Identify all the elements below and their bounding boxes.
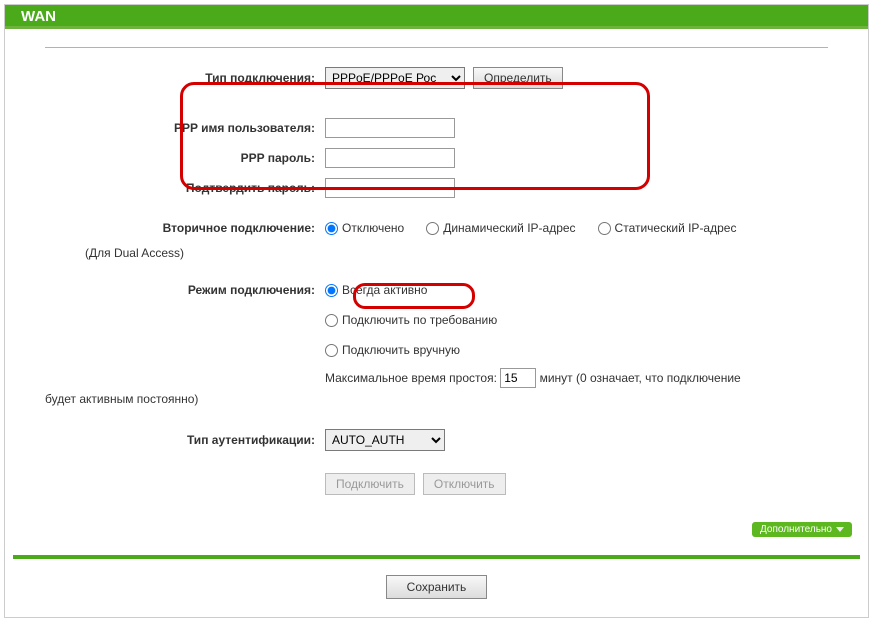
idle-prefix: Максимальное время простоя: [325,371,497,385]
select-auth-type[interactable]: AUTO_AUTH [325,429,445,451]
radio-text-secondary-disabled: Отключено [342,221,404,235]
row-ppp-username: PPP имя пользователя: [45,116,828,140]
label-secondary-connection: Вторичное подключение: [45,221,325,235]
advanced-label: Дополнительно [760,524,832,535]
label-connection-mode: Режим подключения: [45,283,325,297]
separator-top [45,47,828,48]
radio-text-mode-manual: Подключить вручную [342,343,460,357]
advanced-toggle[interactable]: Дополнительно [752,522,852,537]
row-secondary-connection: Вторичное подключение: Отключено Динамич… [45,216,828,240]
row-connection-type: Тип подключения: PPPoE/PPPoE Рос Определ… [45,66,828,90]
chevron-down-icon [836,527,844,532]
connect-button[interactable]: Подключить [325,473,415,495]
row-idle-time: Максимальное время простоя: минут (0 озн… [45,368,828,388]
label-auth-type: Тип аутентификации: [45,433,325,447]
radio-input-secondary-static[interactable] [598,222,611,235]
separator-footer [13,555,860,559]
radio-secondary-disabled[interactable]: Отключено [325,221,404,235]
radio-mode-always[interactable]: Всегда активно [325,283,427,297]
page-title: WAN [5,5,868,29]
input-ppp-password[interactable] [325,148,455,168]
input-confirm-password[interactable] [325,178,455,198]
select-connection-type[interactable]: PPPoE/PPPoE Рос [325,67,465,89]
radio-input-mode-ondemand[interactable] [325,314,338,327]
radio-input-mode-always[interactable] [325,284,338,297]
footer: Сохранить [5,575,868,599]
row-confirm-password: Подтвердить пароль: [45,176,828,200]
radio-input-mode-manual[interactable] [325,344,338,357]
save-button[interactable]: Сохранить [386,575,488,599]
input-ppp-username[interactable] [325,118,455,138]
input-idle-time[interactable] [500,368,536,388]
label-connection-type: Тип подключения: [45,71,325,85]
idle-suffix-a: минут (0 означает, что подключение [540,371,741,385]
disconnect-button[interactable]: Отключить [423,473,506,495]
radio-text-secondary-static: Статический IP-адрес [615,221,737,235]
row-mode-ondemand: Подключить по требованию [45,308,828,332]
row-mode-manual: Подключить вручную [45,338,828,362]
radio-text-mode-always: Всегда активно [342,283,427,297]
row-connection-mode: Режим подключения: Всегда активно [45,278,828,302]
label-ppp-username: PPP имя пользователя: [45,121,325,135]
idle-suffix-b: будет активным постоянно) [45,392,828,406]
radio-input-secondary-dynamic[interactable] [426,222,439,235]
radio-mode-ondemand[interactable]: Подключить по требованию [325,313,497,327]
radio-text-secondary-dynamic: Динамический IP-адрес [443,221,575,235]
radio-mode-manual[interactable]: Подключить вручную [325,343,460,357]
page-title-text: WAN [21,8,56,25]
row-connect-buttons: Подключить Отключить [45,472,828,496]
radio-input-secondary-disabled[interactable] [325,222,338,235]
radio-text-mode-ondemand: Подключить по требованию [342,313,497,327]
radio-secondary-static[interactable]: Статический IP-адрес [598,221,737,235]
label-ppp-password: PPP пароль: [45,151,325,165]
detect-button[interactable]: Определить [473,67,563,89]
row-auth-type: Тип аутентификации: AUTO_AUTH [45,428,828,452]
radio-secondary-dynamic[interactable]: Динамический IP-адрес [426,221,575,235]
note-dual-access: (Для Dual Access) [45,246,828,260]
label-confirm-password: Подтвердить пароль: [45,181,325,195]
row-ppp-password: PPP пароль: [45,146,828,170]
